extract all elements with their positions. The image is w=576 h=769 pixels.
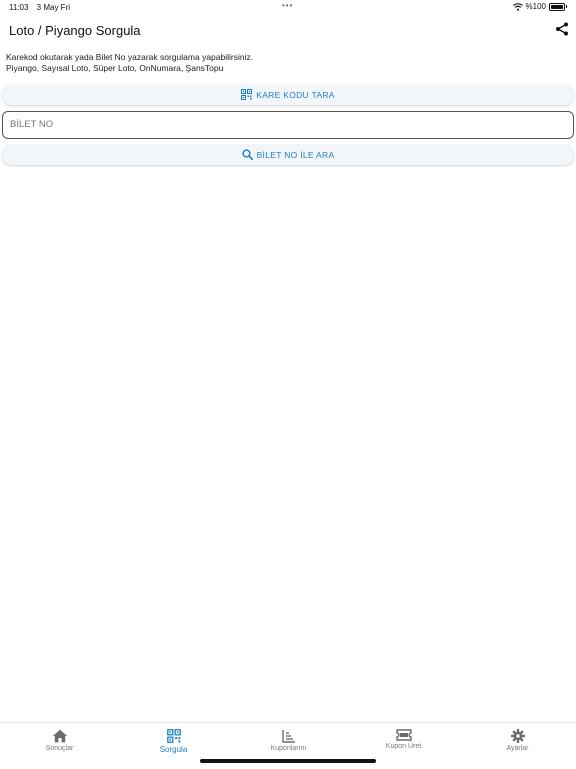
- scan-qr-label: KARE KODU TARA: [256, 89, 335, 100]
- tab-sonuclar[interactable]: Sonuçlar: [2, 727, 117, 757]
- battery-percent: %100: [525, 2, 546, 11]
- scan-qr-button[interactable]: KARE KODU TARA: [2, 84, 574, 105]
- tab-label: Kuponlarım: [270, 745, 307, 752]
- share-icon[interactable]: [554, 21, 570, 37]
- gear-icon: [510, 729, 525, 743]
- info-text: Karekod okutarak yada Bilet No yazarak s…: [6, 52, 253, 74]
- search-ticket-button[interactable]: BİLET NO İLE ARA: [2, 144, 574, 165]
- multitasking-dots-icon[interactable]: •••: [282, 1, 293, 10]
- search-ticket-label: BİLET NO İLE ARA: [256, 149, 335, 160]
- status-time: 11:03: [9, 3, 29, 12]
- tab-label: Sonuçlar: [45, 745, 74, 752]
- info-line-2: Piyango, Sayısal Loto, Süper Loto, OnNum…: [6, 63, 224, 73]
- battery-icon: [549, 2, 565, 11]
- tab-sorgula[interactable]: Sorgula: [116, 727, 231, 757]
- chart-icon: [281, 730, 295, 743]
- info-line-1: Karekod okutarak yada Bilet No yazarak s…: [6, 52, 254, 62]
- tab-kupon-uret[interactable]: Kupon Üret: [346, 727, 461, 757]
- qr-icon: [166, 729, 181, 743]
- ticket-icon: [395, 729, 412, 741]
- wifi-icon: [512, 2, 523, 11]
- tab-label: Sorgula: [159, 745, 188, 754]
- page-title: Loto / Piyango Sorgula: [9, 23, 141, 38]
- qr-code-icon: [241, 89, 253, 100]
- home-indicator[interactable]: [200, 759, 376, 763]
- status-bar: 11:03 3 May Fri ••• %100: [0, 0, 576, 14]
- tab-kuponlarim[interactable]: Kuponlarım: [231, 727, 346, 757]
- search-icon: [241, 149, 253, 160]
- tab-label: Kupon Üret: [385, 743, 422, 750]
- ticket-number-field[interactable]: [2, 111, 574, 139]
- status-date: 3 May Fri: [36, 3, 71, 12]
- tab-ayarlar[interactable]: Ayarlar: [460, 727, 575, 757]
- home-icon: [52, 729, 67, 743]
- ticket-number-input[interactable]: [3, 112, 550, 136]
- app-header: Loto / Piyango Sorgula: [0, 14, 576, 48]
- tab-label: Ayarlar: [506, 745, 529, 752]
